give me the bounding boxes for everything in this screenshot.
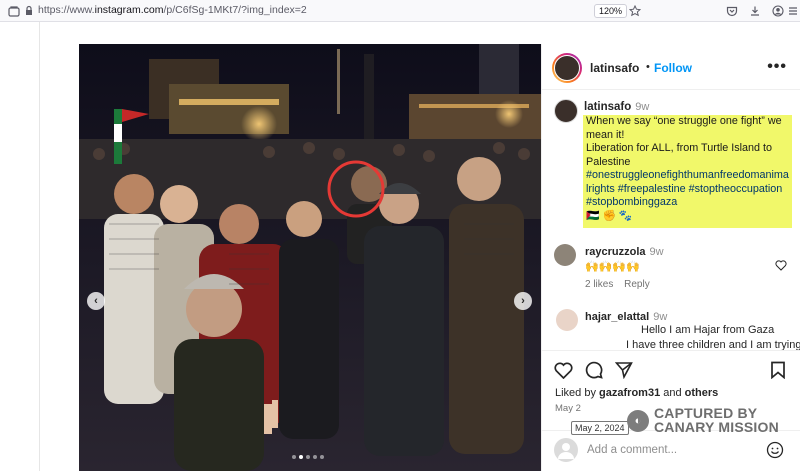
watermark-line-2: CANARY MISSION xyxy=(654,419,779,435)
comment-time: 9w xyxy=(649,246,664,258)
comment-text: 🙌🙌🙌🙌 xyxy=(585,261,640,273)
likes-user[interactable]: gazafrom31 xyxy=(599,387,660,399)
watermark-date: May 2, 2024 xyxy=(571,421,629,435)
site-permissions-icon[interactable] xyxy=(21,3,37,19)
page-gutter-divider xyxy=(39,22,40,471)
post-photo[interactable]: ‹ › xyxy=(79,44,541,471)
comment-avatar[interactable] xyxy=(554,244,576,266)
browser-toolbar: https://www.instagram.com/p/C6fSg-1MKt7/… xyxy=(0,0,800,22)
post-date: May 2 xyxy=(555,403,581,414)
caption-emoji: 🇵🇸 ✊ 🐾 xyxy=(586,209,633,222)
comment-meta: raycruzzola 9w xyxy=(585,246,664,258)
comment-actions: 2 likes Reply xyxy=(585,279,650,290)
watermark-text: CAPTURED BY CANARY MISSION xyxy=(654,406,779,434)
likes-others[interactable]: others xyxy=(685,387,719,399)
emoji-picker-icon[interactable] xyxy=(766,441,784,464)
likes-summary: Liked by gazafrom31 and others xyxy=(555,387,718,399)
carousel-dot[interactable] xyxy=(292,455,296,459)
author-handle[interactable]: latinsafo xyxy=(590,61,639,75)
more-options-icon[interactable]: ••• xyxy=(767,58,787,76)
chevron-right-icon: › xyxy=(521,295,525,307)
author-avatar[interactable] xyxy=(552,53,582,83)
carousel-next-button[interactable]: › xyxy=(514,292,532,310)
comment-bubble-icon[interactable] xyxy=(584,360,604,380)
chevron-left-icon: ‹ xyxy=(94,295,98,307)
caption-hashtags[interactable]: #onestruggleonefighthumanfreedomanimalri… xyxy=(586,169,791,210)
like-heart-icon[interactable] xyxy=(553,360,573,380)
likes-conjunction: and xyxy=(663,387,682,399)
page-info-icon[interactable] xyxy=(6,3,22,19)
carousel-prev-button[interactable]: ‹ xyxy=(87,292,105,310)
add-comment-bar: Add a comment... xyxy=(541,430,800,471)
caption-line-2: Liberation for ALL, from Turtle Island t… xyxy=(586,142,773,168)
canary-mission-logo-icon: ◐ xyxy=(627,410,649,432)
address-bar[interactable]: https://www.instagram.com/p/C6fSg-1MKt7/… xyxy=(38,4,307,16)
likes-prefix: Liked by xyxy=(555,387,596,399)
comment-avatar[interactable] xyxy=(556,309,578,331)
follow-button[interactable]: Follow xyxy=(654,61,692,75)
caption-avatar[interactable] xyxy=(554,99,578,123)
heart-icon[interactable] xyxy=(775,258,787,276)
post-header: latinsafo • Follow ••• xyxy=(542,44,800,90)
comment-time: 9w xyxy=(653,311,668,323)
carousel-dot[interactable] xyxy=(320,455,324,459)
crowd-photo-illustration xyxy=(79,44,541,471)
share-icon[interactable] xyxy=(614,360,634,380)
menu-icon[interactable] xyxy=(788,3,798,19)
save-bookmark-icon[interactable] xyxy=(768,360,788,380)
zoom-level-button[interactable]: 120% xyxy=(594,4,628,18)
url-domain: instagram.com xyxy=(94,4,164,16)
actions-divider xyxy=(541,350,800,351)
caption-time: 9w xyxy=(635,101,650,113)
download-icon[interactable] xyxy=(747,3,763,19)
carousel-dot[interactable] xyxy=(313,455,317,459)
comment-likes[interactable]: 2 likes xyxy=(585,279,613,290)
watermark-line-1: CAPTURED BY xyxy=(654,405,758,421)
comment-handle[interactable]: raycruzzola xyxy=(585,246,646,258)
comment-meta: hajar_elattal 9w xyxy=(585,311,667,323)
carousel-dots xyxy=(292,455,324,459)
caption-handle[interactable]: latinsafo xyxy=(584,101,631,113)
caption-line-1: When we say “one struggle one fight” we … xyxy=(586,115,782,141)
header-separator: • xyxy=(646,61,650,73)
url-path: /p/C6fSg-1MKt7/?img_index=2 xyxy=(163,4,307,16)
commenter-avatar xyxy=(554,438,578,462)
comment-reply-button[interactable]: Reply xyxy=(624,279,650,290)
add-comment-input[interactable]: Add a comment... xyxy=(587,444,677,456)
comment-text-line-1: Hello I am Hajar from Gaza xyxy=(641,324,775,336)
bookmark-star-icon[interactable] xyxy=(627,3,643,19)
caption-text: When we say “one struggle one fight” we … xyxy=(586,115,791,223)
caption-meta: latinsafo 9w xyxy=(584,101,649,113)
url-prefix: https://www. xyxy=(38,4,95,16)
carousel-dot[interactable] xyxy=(306,455,310,459)
pocket-icon[interactable] xyxy=(724,3,740,19)
carousel-dot[interactable] xyxy=(299,455,303,459)
account-icon[interactable] xyxy=(770,3,786,19)
comment-handle[interactable]: hajar_elattal xyxy=(585,311,649,323)
